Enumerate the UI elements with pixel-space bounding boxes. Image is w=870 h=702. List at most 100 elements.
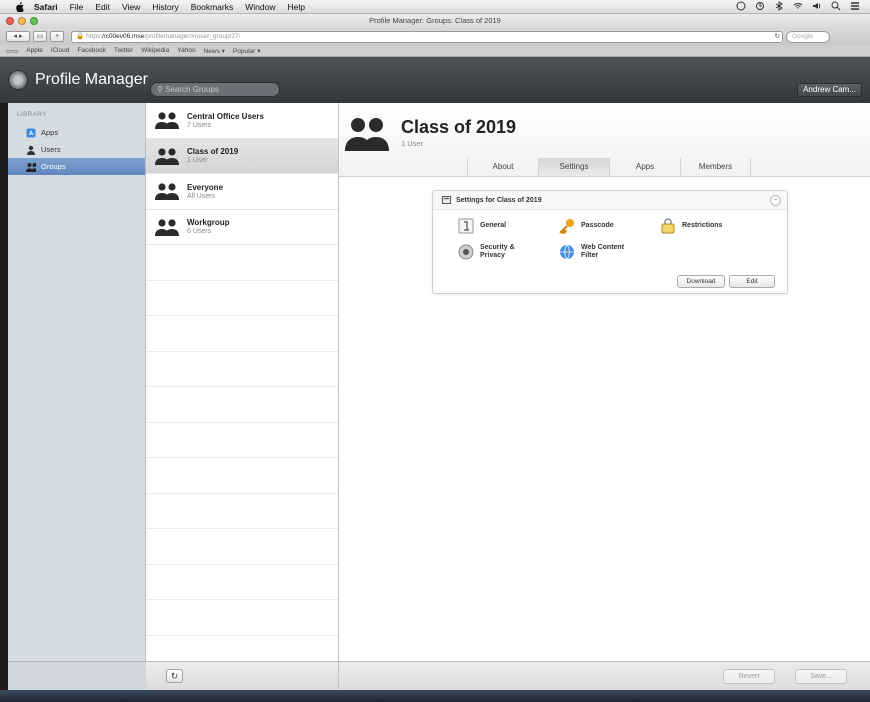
group-large-icon <box>345 118 389 151</box>
bluetooth-icon[interactable] <box>774 1 784 11</box>
group-list-footer: ↻ <box>146 661 339 690</box>
group-row-class-of-2019[interactable]: Class of 2019 1 User <box>146 138 338 174</box>
empty-list-row <box>146 316 338 352</box>
bookmark-icloud[interactable]: iCloud <box>51 47 69 54</box>
sidebar-item-users[interactable]: Users <box>8 141 145 158</box>
empty-list-row <box>146 529 338 565</box>
bookmarks-bar: ▭▭ Apple iCloud Facebook Twitter Wikiped… <box>0 45 870 57</box>
url-host: c00ev06.mse <box>105 32 145 40</box>
group-row-everyone[interactable]: Everyone All Users <box>146 174 338 210</box>
bookmark-twitter[interactable]: Twitter <box>114 47 133 54</box>
payload-web-content-filter[interactable]: Web Content Filter <box>558 243 631 261</box>
app-title: Profile Manager <box>35 71 148 88</box>
restrictions-icon <box>659 217 677 235</box>
menu-bookmarks[interactable]: Bookmarks <box>191 2 234 12</box>
library-sidebar: LIBRARY Apps Users Groups <box>8 103 146 661</box>
group-name: Everyone <box>187 182 224 192</box>
empty-list-row <box>146 281 338 316</box>
search-groups-input[interactable]: ⚲ Search Groups <box>150 82 280 97</box>
browser-toolbar: ◂ ▸ ▭ + 🔒 https://c00ev06.mse/profilemana… <box>0 28 870 45</box>
group-list: Central Office Users 7 Users Class of 201… <box>146 103 339 661</box>
payload-passcode[interactable]: Passcode <box>558 217 631 235</box>
spotlight-icon[interactable] <box>831 1 841 11</box>
address-bar[interactable]: 🔒 https://c00ev06.mse/profilemanager/#/us… <box>71 30 783 43</box>
group-icon <box>26 162 36 172</box>
user-icon <box>26 145 36 155</box>
bookmark-news[interactable]: News ▾ <box>204 47 225 55</box>
sidebar-item-groups[interactable]: Groups <box>8 158 145 175</box>
tab-members[interactable]: Members <box>680 158 751 176</box>
payload-general[interactable]: General <box>457 217 530 235</box>
payload-label: Restrictions <box>682 222 723 229</box>
collapse-card-button[interactable]: − <box>770 195 781 206</box>
group-detail-header: Class of 2019 1 User About Settings Apps… <box>339 103 870 177</box>
menu-help[interactable]: Help <box>287 2 304 12</box>
settings-card-header: Settings for Class of 2019 <box>433 191 787 210</box>
bookmark-popular[interactable]: Popular ▾ <box>233 47 260 55</box>
zoom-window-button[interactable] <box>30 17 38 25</box>
menu-file[interactable]: File <box>70 2 84 12</box>
menu-edit[interactable]: Edit <box>95 2 110 12</box>
menu-history[interactable]: History <box>152 2 178 12</box>
sidebar-footer <box>8 661 146 690</box>
close-window-button[interactable] <box>6 17 14 25</box>
menu-status-area <box>736 1 860 11</box>
sync-icon[interactable] <box>755 1 765 11</box>
user-menu-button[interactable]: Andrew Cam... <box>797 83 862 97</box>
group-icon <box>155 219 179 236</box>
detail-tabs: About Settings Apps Members <box>339 158 870 176</box>
group-count: 1 User <box>187 157 208 165</box>
bookmark-apple[interactable]: Apple <box>26 47 43 54</box>
empty-list-row <box>146 458 338 494</box>
group-name: Central Office Users <box>187 111 264 121</box>
edit-button[interactable]: Edit <box>729 275 775 288</box>
menu-view[interactable]: View <box>122 2 140 12</box>
group-detail-pane: Class of 2019 1 User About Settings Apps… <box>339 103 870 661</box>
empty-list-row <box>146 352 338 387</box>
payload-restrictions[interactable]: Restrictions <box>659 217 742 235</box>
time-machine-icon[interactable] <box>736 1 746 11</box>
sidebar-item-apps[interactable]: Apps <box>8 124 145 141</box>
payload-label: Passcode <box>581 222 614 229</box>
window-controls <box>6 17 38 25</box>
payload-security-privacy[interactable]: Security & Privacy <box>457 243 530 261</box>
minimize-window-button[interactable] <box>18 17 26 25</box>
notification-center-icon[interactable] <box>850 1 860 11</box>
add-tab-button[interactable]: + <box>50 31 64 42</box>
refresh-button[interactable]: ↻ <box>166 669 183 683</box>
save-button[interactable]: Save... <box>795 669 847 684</box>
window-title: Profile Manager: Groups: Class of 2019 <box>369 16 501 25</box>
bookmark-facebook[interactable]: Facebook <box>77 47 106 54</box>
bookmark-yahoo[interactable]: Yahoo <box>177 47 195 54</box>
sidebar-toggle-button[interactable]: ▭ <box>33 31 47 42</box>
wifi-icon[interactable] <box>793 1 803 11</box>
tab-about[interactable]: About <box>467 158 538 176</box>
volume-icon[interactable] <box>812 1 822 11</box>
profile-manager-logo-icon <box>8 70 28 90</box>
lock-icon: 🔒 <box>76 32 85 40</box>
bookmark-wikipedia[interactable]: Wikipedia <box>141 47 169 54</box>
reload-icon[interactable]: ↻ <box>775 32 780 42</box>
empty-list-row <box>146 387 338 423</box>
page-subtitle: 1 User <box>401 139 424 148</box>
empty-list-row <box>146 245 338 281</box>
url-scheme: https <box>86 32 101 40</box>
group-count: All Users <box>187 192 216 200</box>
empty-list-row <box>146 600 338 636</box>
menu-bar: Safari File Edit View History Bookmarks … <box>0 0 870 14</box>
group-row-central-office-users[interactable]: Central Office Users 7 Users <box>146 103 338 139</box>
tab-apps[interactable]: Apps <box>609 158 680 176</box>
menu-safari[interactable]: Safari <box>34 2 58 12</box>
apple-icon[interactable] <box>14 1 24 12</box>
reading-list-icon[interactable]: ▭▭ <box>6 47 18 55</box>
browser-search-field[interactable]: Google <box>786 30 830 43</box>
group-icon <box>155 148 179 165</box>
back-forward-buttons[interactable]: ◂ ▸ <box>6 31 30 42</box>
sidebar-item-label: Users <box>41 145 61 154</box>
download-button[interactable]: Download <box>677 275 725 288</box>
general-icon <box>457 217 475 235</box>
menu-window[interactable]: Window <box>245 2 275 12</box>
revert-button[interactable]: Revert <box>723 669 775 684</box>
group-row-workgroup[interactable]: Workgroup 6 Users <box>146 210 338 245</box>
tab-settings[interactable]: Settings <box>538 158 609 176</box>
